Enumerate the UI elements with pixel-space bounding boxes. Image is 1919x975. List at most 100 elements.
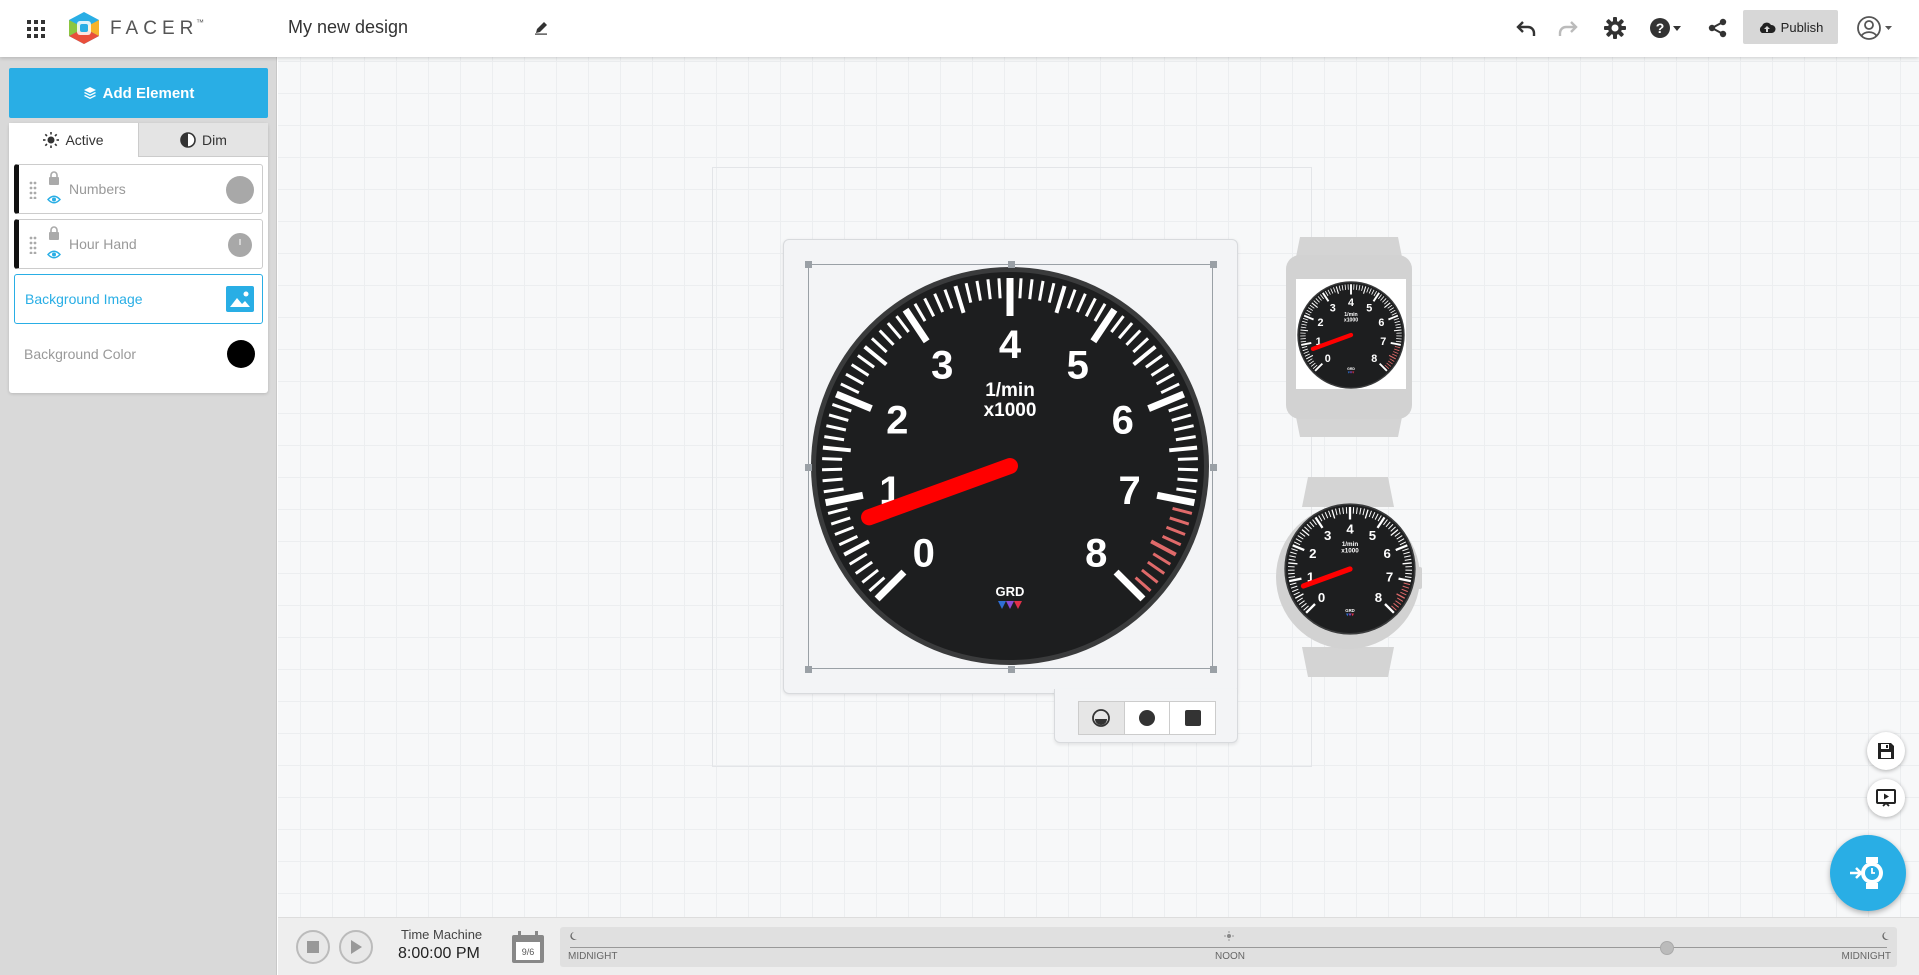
layer-item-numbers[interactable]: Numbers (14, 164, 263, 214)
floppy-disk-icon (1878, 743, 1894, 759)
resize-handle[interactable] (805, 666, 812, 673)
dial-number: 4 (1346, 521, 1354, 536)
slider-track (570, 947, 1887, 948)
sun-icon (43, 132, 60, 148)
drag-handle-icon[interactable] (29, 236, 37, 254)
slider-knob[interactable] (1660, 941, 1675, 955)
tab-dim[interactable]: Dim (138, 123, 268, 157)
moon-icon (1882, 932, 1889, 940)
tab-active-label: Active (65, 132, 104, 148)
tick-mark (1300, 329, 1309, 332)
dial-number: 2 (1309, 546, 1316, 561)
resize-handle[interactable] (1210, 261, 1217, 268)
layer-item-background-image[interactable]: Background Image (14, 274, 263, 324)
resize-handle[interactable] (1210, 666, 1217, 673)
tachometer-dial: 0123 4 56781/minx1000GRD (811, 267, 1209, 665)
stop-icon (307, 941, 319, 953)
eye-visibility-icon[interactable] (47, 195, 61, 204)
design-canvas[interactable]: 0 1 2 3 4 5 6 7 8 1/min x1000 GRD 0 1 2 3 4 5 6 7 8 1/min x10… (278, 57, 1919, 917)
resize-handle[interactable] (1007, 261, 1015, 268)
dial-number: 3 (931, 344, 953, 388)
unit-multiplier-label: x1000 (984, 400, 1037, 421)
round-flat-tire-shape-button[interactable] (1079, 702, 1125, 734)
slider-label-center: NOON (1215, 951, 1245, 962)
tab-dim-label: Dim (202, 131, 227, 148)
drag-handle-icon[interactable] (29, 181, 37, 199)
dial-number: 3 (1330, 302, 1336, 314)
lock-icon[interactable] (48, 171, 60, 185)
lock-icon[interactable] (48, 226, 60, 240)
dial-number: 7 (1119, 469, 1141, 513)
flat-tire-watch-icon (1092, 709, 1111, 727)
dial-number: 6 (1112, 398, 1134, 442)
undo-icon[interactable] (1514, 16, 1538, 40)
time-machine-title: Time Machine (401, 927, 483, 942)
apps-grid-icon[interactable] (26, 19, 46, 39)
color-swatch[interactable] (227, 340, 255, 368)
account-menu-icon[interactable] (1855, 14, 1895, 42)
square-watch-icon (1184, 710, 1201, 726)
layer-item-hour-hand[interactable]: Hour Hand (14, 219, 263, 269)
tab-active[interactable]: Active (9, 123, 138, 157)
unit-label: 1/min (985, 380, 1035, 401)
brand-mark-label: GRD (1345, 608, 1355, 613)
square-shape-button[interactable] (1170, 702, 1216, 734)
layers-stack-icon (83, 87, 96, 99)
round-shape-button[interactable] (1124, 702, 1171, 734)
eye-visibility-icon[interactable] (47, 250, 61, 259)
dial-number: 0 (913, 531, 935, 575)
unit-multiplier-label: x1000 (1341, 548, 1359, 555)
tick-mark (997, 278, 1002, 299)
svg-text:?: ? (1656, 20, 1665, 36)
unit-label: 1/min (1342, 541, 1359, 548)
stop-button[interactable] (296, 930, 330, 964)
tick-mark (1169, 445, 1198, 453)
resize-handle[interactable] (805, 463, 812, 471)
edit-pencil-icon[interactable] (532, 19, 550, 37)
cloud-upload-icon (1759, 22, 1776, 33)
current-time: 8:00:00 PM (398, 945, 480, 962)
facer-logo-icon[interactable] (67, 11, 101, 45)
layer-label: Background Image (25, 291, 143, 307)
dial-number: 8 (1371, 353, 1377, 365)
resize-handle[interactable] (1210, 463, 1217, 471)
sync-to-watch-button[interactable] (1830, 835, 1906, 911)
slider-label-start: MIDNIGHT (568, 951, 618, 962)
layer-label: Hour Hand (69, 236, 137, 252)
add-element-label: Add Element (102, 84, 195, 102)
layer-thumbnail (228, 233, 252, 257)
dial-number: 5 (1366, 302, 1372, 314)
redo-icon[interactable] (1556, 16, 1580, 40)
dial-number: 6 (1384, 546, 1391, 561)
tick-mark (1288, 572, 1295, 575)
tick-mark (1402, 562, 1412, 565)
tick-mark (1177, 457, 1198, 461)
square-watch-preview-dial: 0123 4 56781/minx1000GRD (1297, 281, 1405, 389)
calendar-date-button[interactable]: 9/6 (510, 930, 546, 964)
image-icon (226, 286, 254, 312)
play-button[interactable] (339, 930, 373, 964)
dial-number: 6 (1378, 317, 1384, 329)
help-menu-icon[interactable]: ? (1648, 15, 1684, 41)
share-icon[interactable] (1706, 16, 1730, 40)
brand-mark-label: GRD (996, 584, 1025, 599)
layer-item-background-color[interactable]: Background Color (14, 329, 263, 379)
layers-panel: Active Dim Numbers Hour Hand Background (9, 123, 268, 393)
layer-thumbnail (226, 176, 254, 204)
dial-number: 5 (1369, 528, 1376, 543)
tick-mark (1288, 562, 1298, 565)
add-element-button[interactable]: Add Element (9, 68, 268, 118)
unit-label: 1/min (1344, 312, 1357, 318)
resize-handle[interactable] (1007, 666, 1015, 673)
settings-gear-icon[interactable] (1602, 15, 1628, 41)
save-button[interactable] (1867, 732, 1905, 770)
round-watch-preview-dial: 0123 4 56781/minx1000GRD (1284, 503, 1416, 635)
time-machine-bar: Time Machine 8:00:00 PM 9/6 MIDNIGHT NOO… (278, 917, 1919, 975)
resize-handle[interactable] (805, 261, 812, 268)
presentation-play-icon (1876, 789, 1896, 807)
time-of-day-slider[interactable]: MIDNIGHT NOON MIDNIGHT (560, 927, 1897, 967)
design-title[interactable]: My new design (288, 17, 408, 38)
tick-mark (822, 477, 843, 483)
preview-button[interactable] (1867, 779, 1905, 817)
publish-button[interactable]: Publish (1743, 10, 1838, 44)
